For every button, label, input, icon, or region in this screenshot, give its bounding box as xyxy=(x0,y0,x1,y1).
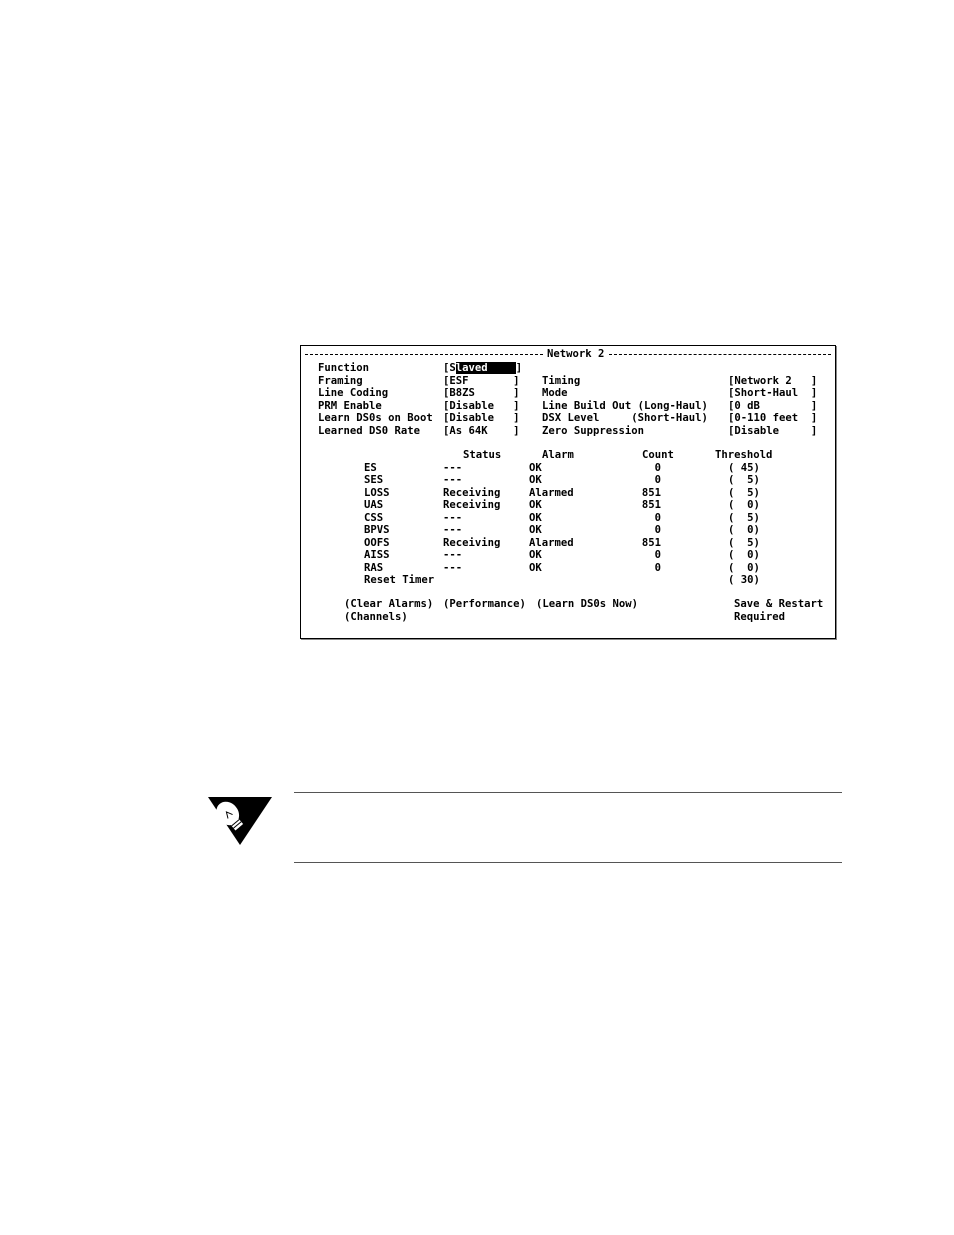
threshold-column-header: Threshold xyxy=(715,449,773,461)
row-name: LOSS xyxy=(364,486,390,499)
framing-field[interactable]: [ESF ] xyxy=(443,375,520,387)
prm-enable-field[interactable]: [Disable ] xyxy=(443,400,520,412)
panel-title-bar: Network 2 xyxy=(305,348,831,361)
reset-timer-label: Reset Timer xyxy=(364,574,435,586)
row-name: AISS xyxy=(364,549,390,561)
timing-field[interactable]: [Network 2 ] xyxy=(728,375,817,387)
row-count: 0 xyxy=(654,549,661,561)
row-alarm: OK xyxy=(529,561,542,574)
mode-label: Mode xyxy=(542,387,568,399)
row-status: --- xyxy=(443,524,463,536)
row-threshold-field[interactable]: ( 0) xyxy=(728,562,760,574)
row-name: ES xyxy=(364,461,377,474)
reset-timer-field[interactable]: ( 30) xyxy=(728,574,760,586)
save-restart-notice-required: Required xyxy=(734,610,786,623)
row-count: 851 xyxy=(641,486,661,499)
row-alarm: OK xyxy=(529,461,542,474)
mode-field[interactable]: [Short-Haul ] xyxy=(728,387,817,399)
row-alarm: Alarmed xyxy=(529,486,574,499)
row-count: 0 xyxy=(654,524,661,536)
zero-suppression-field[interactable]: [Disable ] xyxy=(728,425,817,437)
row-status: Receiving xyxy=(443,486,501,499)
note-bottom-rule xyxy=(294,862,842,863)
row-status: --- xyxy=(443,549,463,561)
row-alarm: OK xyxy=(529,524,542,536)
learned-ds0-rate-field[interactable]: [As 64K ] xyxy=(443,425,520,437)
lightbulb-tip-icon xyxy=(206,795,274,847)
dsx-level-field[interactable]: [0-110 feet ] xyxy=(728,412,817,424)
row-count: 0 xyxy=(654,474,661,486)
row-threshold-field[interactable]: ( 0) xyxy=(728,524,760,536)
row-count: 851 xyxy=(641,536,661,549)
line-coding-field[interactable]: [B8ZS ] xyxy=(443,387,520,399)
row-status: Receiving xyxy=(443,499,501,511)
row-name: UAS xyxy=(364,499,384,511)
count-column-header: Count xyxy=(642,449,674,461)
row-threshold-field[interactable]: ( 45) xyxy=(728,462,760,474)
channels-button[interactable]: (Channels) xyxy=(344,611,408,623)
row-name: SES xyxy=(364,474,384,486)
framing-label: Framing xyxy=(318,374,363,387)
prm-enable-label: PRM Enable xyxy=(318,399,382,412)
line-coding-label: Line Coding xyxy=(318,387,389,399)
row-count: 0 xyxy=(654,561,661,574)
row-status: Receiving xyxy=(443,536,501,549)
row-threshold-field[interactable]: ( 5) xyxy=(728,474,760,486)
row-threshold-field[interactable]: ( 5) xyxy=(728,537,760,549)
panel-title: Network 2 xyxy=(545,348,607,361)
performance-button[interactable]: (Performance) xyxy=(443,598,526,610)
row-threshold-field[interactable]: ( 5) xyxy=(728,512,760,524)
learn-ds0s-on-boot-field[interactable]: [Disable ] xyxy=(443,412,520,424)
status-column-header: Status xyxy=(463,449,502,461)
row-threshold-field[interactable]: ( 5) xyxy=(728,487,760,499)
row-name: RAS xyxy=(364,561,384,574)
row-count: 0 xyxy=(654,511,661,524)
clear-alarms-button[interactable]: (Clear Alarms) xyxy=(344,598,433,610)
timing-label: Timing xyxy=(542,374,581,387)
row-alarm: OK xyxy=(529,474,542,486)
row-count: 851 xyxy=(641,499,661,511)
row-status: --- xyxy=(443,474,463,486)
learn-ds0s-now-button[interactable]: (Learn DS0s Now) xyxy=(536,598,638,610)
note-top-rule xyxy=(294,792,842,793)
alarm-column-header: Alarm xyxy=(542,449,574,461)
row-alarm: OK xyxy=(529,499,542,511)
row-status: --- xyxy=(443,461,463,474)
row-name: OOFS xyxy=(364,536,390,549)
save-restart-notice: Save & Restart xyxy=(734,598,824,610)
function-label: Function xyxy=(318,362,370,374)
learned-ds0-rate-label: Learned DS0 Rate xyxy=(318,424,421,437)
line-build-out-label: Line Build Out (Long-Haul) xyxy=(542,399,708,412)
row-name: CSS xyxy=(364,511,384,524)
row-threshold-field[interactable]: ( 0) xyxy=(728,499,760,511)
row-threshold-field[interactable]: ( 0) xyxy=(728,549,760,561)
network-2-config-panel: Network 2 Function [Slaved] Framing [ESF… xyxy=(300,345,836,639)
dsx-level-label: DSX Level (Short-Haul) xyxy=(542,412,708,424)
line-build-out-field[interactable]: [0 dB ] xyxy=(728,400,817,412)
row-status: --- xyxy=(443,561,463,574)
function-field[interactable]: [Slaved] xyxy=(443,362,522,375)
row-status: --- xyxy=(443,511,463,524)
row-alarm: OK xyxy=(529,511,542,524)
row-alarm: OK xyxy=(529,549,542,561)
row-name: BPVS xyxy=(364,524,390,536)
zero-suppression-label: Zero Suppression xyxy=(542,424,645,437)
learn-ds0s-on-boot-label: Learn DS0s on Boot xyxy=(318,412,433,424)
row-count: 0 xyxy=(654,461,661,474)
row-alarm: Alarmed xyxy=(529,536,574,549)
